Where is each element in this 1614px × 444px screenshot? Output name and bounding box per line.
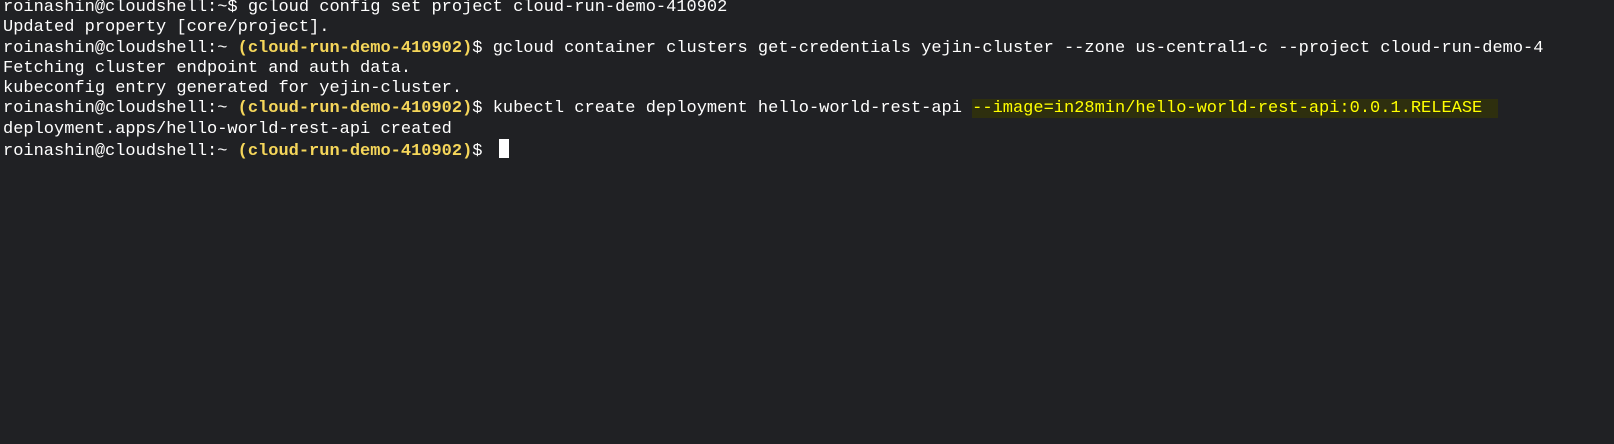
shell-prompt: roinashin@cloudshell:~ [3,142,238,161]
prompt-symbol: $ [472,39,493,58]
command-text: gcloud container clusters get-credential… [492,39,1544,58]
terminal-line: roinashin@cloudshell:~$ gcloud config se… [3,0,727,18]
terminal-output: kubeconfig entry generated for yejin-clu… [3,79,463,98]
terminal-window[interactable]: roinashin@cloudshell:~$ gcloud config se… [0,0,1614,444]
shell-prompt: roinashin@cloudshell:~ [3,39,238,58]
terminal-output: Fetching cluster endpoint and auth data. [3,59,412,78]
project-label: (cloud-run-demo-410902) [237,142,473,161]
terminal-line: roinashin@cloudshell:~ (cloud-run-demo-4… [3,98,1499,119]
shell-prompt: roinashin@cloudshell:~$ [3,0,248,17]
text-cursor [498,139,509,158]
terminal-output: Updated property [core/project]. [3,18,330,37]
command-text: gcloud config set project cloud-run-demo… [247,0,728,17]
shell-prompt: roinashin@cloudshell:~ [3,99,238,118]
command-text: kubectl create deployment hello-world-re… [492,99,973,118]
project-label: (cloud-run-demo-410902) [237,39,473,58]
terminal-line: roinashin@cloudshell:~ (cloud-run-demo-4… [3,139,509,161]
prompt-symbol: $ [472,142,493,161]
terminal-line: roinashin@cloudshell:~ (cloud-run-demo-4… [3,38,1543,59]
prompt-symbol: $ [472,99,493,118]
project-label: (cloud-run-demo-410902) [237,99,473,118]
terminal-output: deployment.apps/hello-world-rest-api cre… [3,120,452,139]
selected-text[interactable]: --image=in28min/hello-world-rest-api:0.0… [972,99,1499,118]
